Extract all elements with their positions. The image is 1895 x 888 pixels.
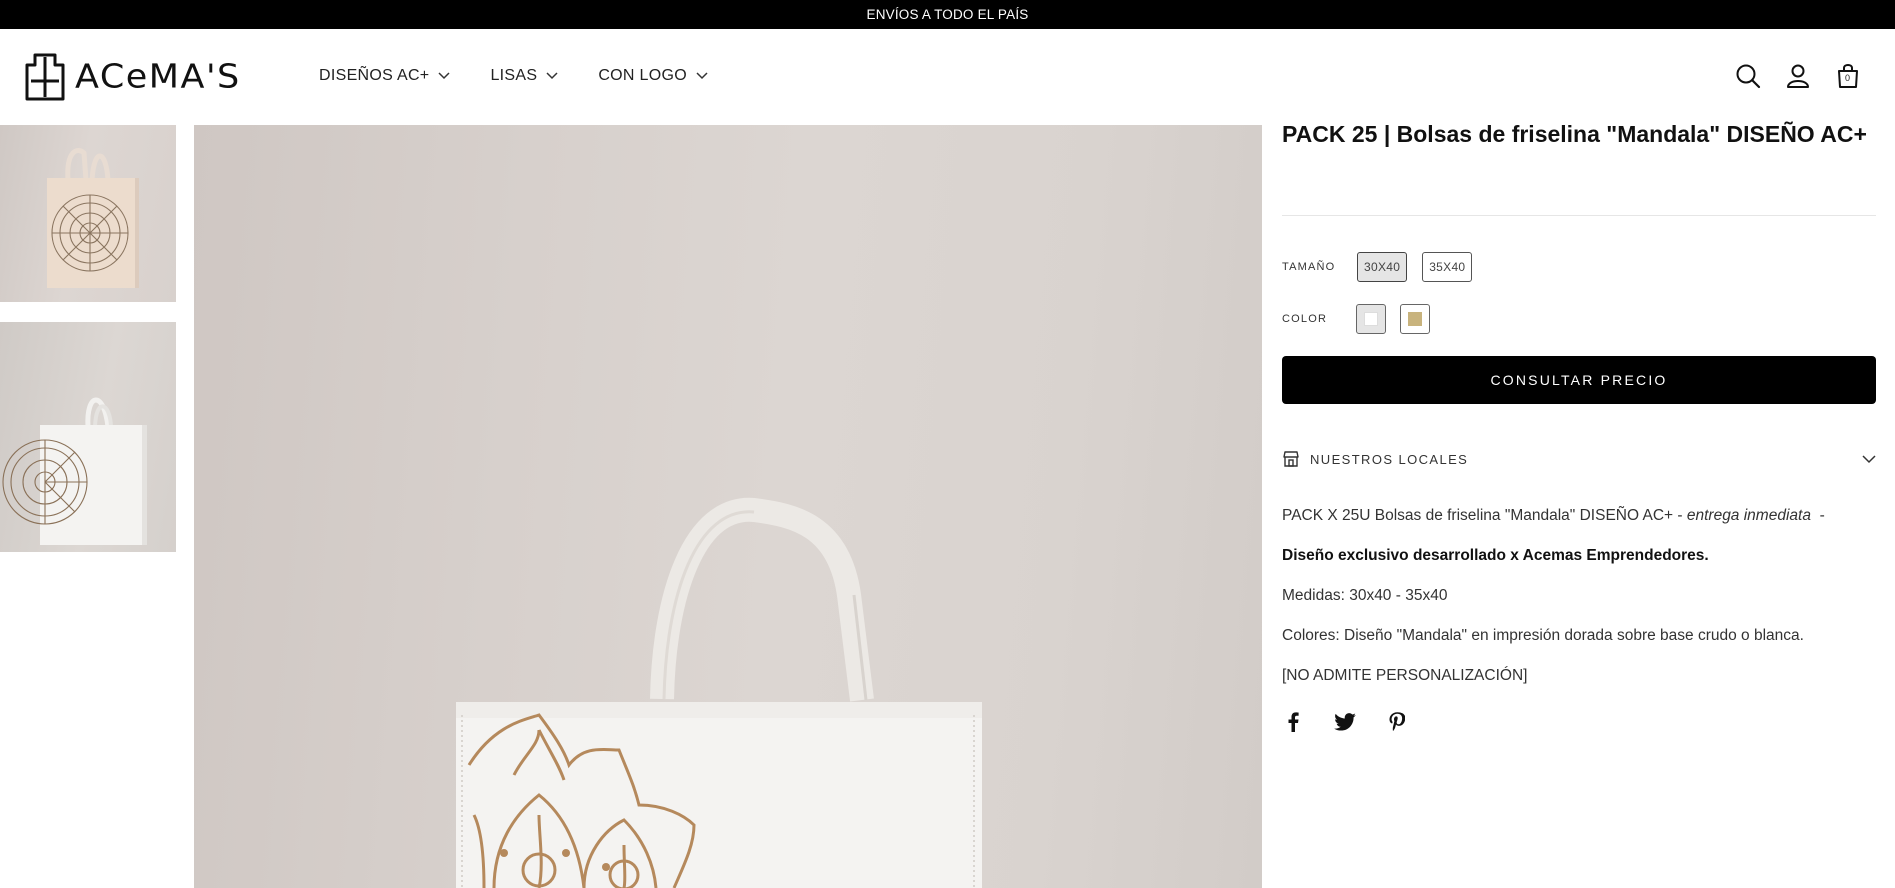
twitter-share-button[interactable] — [1334, 711, 1356, 733]
chevron-down-icon — [546, 72, 558, 80]
store-locations-accordion[interactable]: NUESTROS LOCALES — [1282, 450, 1876, 468]
product-description: PACK X 25U Bolsas de friselina "Mandala"… — [1282, 506, 1876, 686]
nav-item-lisas[interactable]: LISAS — [490, 67, 558, 85]
color-swatch-gold[interactable] — [1400, 304, 1430, 334]
cart-button[interactable]: 0 — [1834, 62, 1862, 90]
description-emphasis: entrega inmediata — [1686, 507, 1811, 524]
account-icon — [1787, 64, 1809, 88]
cart-count: 0 — [1845, 73, 1851, 83]
social-share — [1282, 711, 1876, 733]
chevron-down-icon — [696, 72, 708, 80]
description-measures: Medidas: 30x40 - 35x40 — [1282, 587, 1448, 604]
pinterest-icon — [1389, 712, 1405, 731]
chevron-down-icon — [1862, 454, 1876, 463]
size-option-30x40[interactable]: 30X40 — [1357, 252, 1408, 282]
chevron-down-icon — [438, 72, 450, 80]
brand-name: ACeMA'S — [75, 58, 241, 96]
twitter-icon — [1334, 713, 1356, 731]
description-highlight: Diseño exclusivo desarrollado x Acemas E… — [1282, 547, 1709, 564]
description-text: PACK X 25U Bolsas de friselina "Mandala"… — [1282, 507, 1687, 524]
color-swatch-white[interactable] — [1356, 304, 1386, 334]
size-option-35x40[interactable]: 35X40 — [1422, 252, 1473, 282]
store-icon — [1283, 451, 1299, 467]
main-nav: DISEÑOS AC+ LISAS CON LOGO — [319, 67, 748, 85]
description-text: - — [1810, 507, 1825, 524]
thumbnail-crudo[interactable] — [0, 125, 176, 302]
thumbnail-gallery — [0, 125, 176, 572]
bag-image — [456, 497, 982, 888]
consult-price-button[interactable]: CONSULTAR PRECIO — [1282, 356, 1876, 404]
store-locations-label: NUESTROS LOCALES — [1310, 451, 1469, 467]
search-icon — [1736, 64, 1761, 89]
thumbnail-blanca[interactable] — [0, 322, 176, 552]
nav-label: CON LOGO — [598, 67, 687, 84]
nav-item-con-logo[interactable]: CON LOGO — [598, 67, 708, 85]
description-line: PACK X 25U Bolsas de friselina "Mandala"… — [1282, 506, 1876, 526]
nav-item-disenos[interactable]: DISEÑOS AC+ — [319, 67, 450, 85]
product-info: PACK 25 | Bolsas de friselina "Mandala" … — [1282, 120, 1876, 733]
size-label: TAMAÑO — [1282, 261, 1336, 273]
color-selector: COLOR — [1282, 304, 1876, 334]
nav-label: DISEÑOS AC+ — [319, 67, 430, 84]
search-button[interactable] — [1734, 62, 1762, 90]
description-colors: Colores: Diseño "Mandala" en impresión d… — [1282, 627, 1804, 644]
divider — [1282, 215, 1876, 216]
product-title: PACK 25 | Bolsas de friselina "Mandala" … — [1282, 121, 1867, 147]
product-main-image[interactable] — [194, 125, 1262, 888]
description-note: [NO ADMITE PERSONALIZACIÓN] — [1282, 667, 1528, 684]
brand-logo[interactable]: ACeMA'S — [25, 53, 241, 101]
account-button[interactable] — [1784, 62, 1812, 90]
site-header: ACeMA'S DISEÑOS AC+ LISAS CON LOGO 0 — [0, 29, 1895, 125]
size-selector: TAMAÑO 30X40 35X40 — [1282, 252, 1876, 282]
color-label: COLOR — [1282, 313, 1328, 325]
announcement-bar: ENVÍOS A TODO EL PAÍS — [0, 0, 1895, 29]
bag-image — [47, 148, 139, 288]
bag-image — [2, 397, 147, 545]
logo-mark-icon — [25, 53, 65, 101]
pinterest-share-button[interactable] — [1386, 711, 1408, 733]
nav-label: LISAS — [490, 67, 538, 84]
header-actions: 0 — [1734, 62, 1862, 90]
facebook-icon — [1288, 712, 1299, 732]
facebook-share-button[interactable] — [1282, 711, 1304, 733]
announcement-text: ENVÍOS A TODO EL PAÍS — [866, 7, 1029, 22]
